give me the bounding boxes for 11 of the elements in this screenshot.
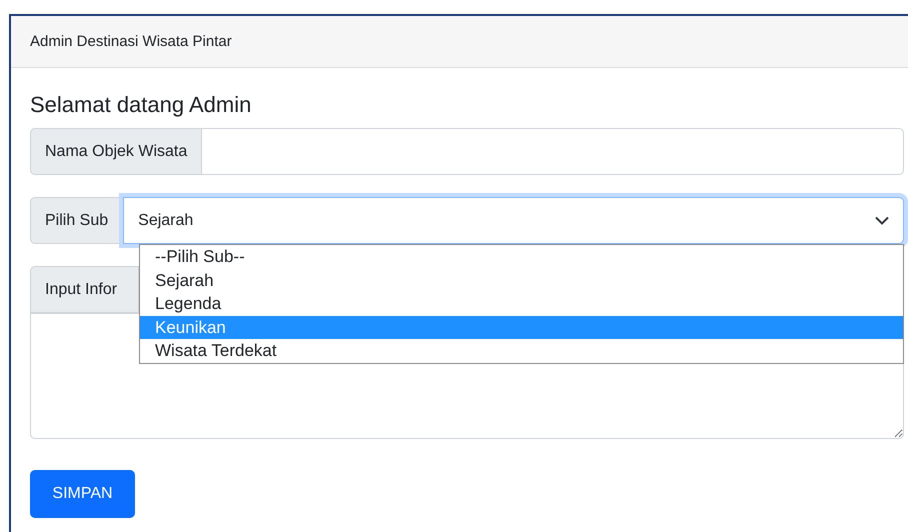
field-label: Input Infor <box>30 266 139 313</box>
name-input-field[interactable] <box>202 128 904 175</box>
header-title: Admin Destinasi Wisata Pintar <box>30 33 232 50</box>
field-label: Nama Objek Wisata <box>30 128 202 175</box>
dropdown-option[interactable]: Sejarah <box>140 268 903 292</box>
welcome-heading: Selamat datang Admin <box>30 92 252 118</box>
chevron-down-icon <box>875 216 889 225</box>
dropdown-option[interactable]: Legenda <box>140 292 903 316</box>
dropdown-option[interactable]: Wisata Terdekat <box>140 339 903 362</box>
dropdown-option[interactable]: --Pilih Sub-- <box>140 245 903 268</box>
save-button[interactable]: SIMPAN <box>30 470 135 518</box>
